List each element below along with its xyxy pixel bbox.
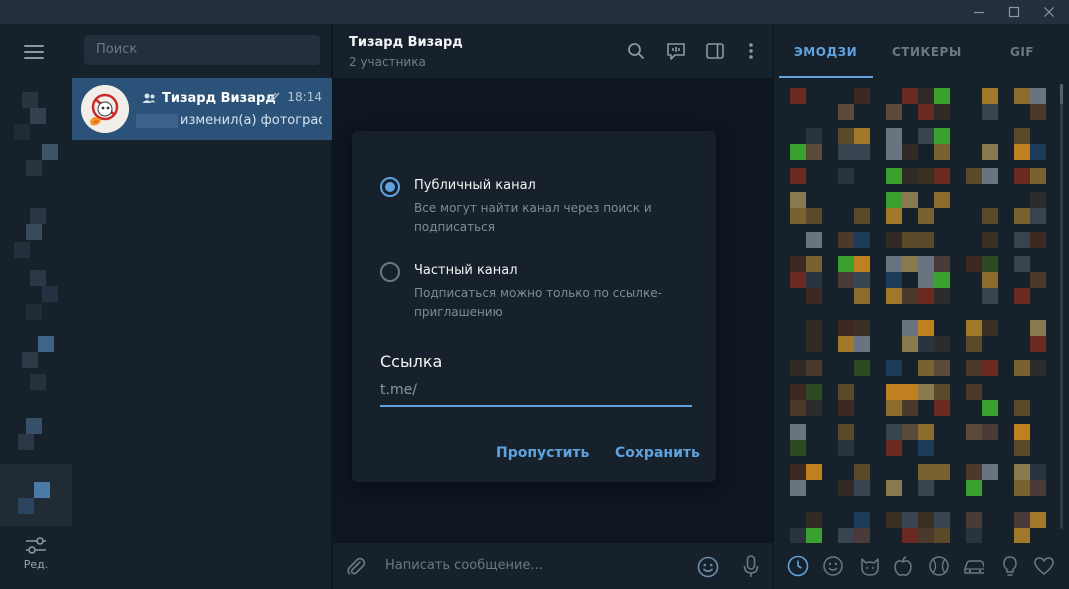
apple-icon bbox=[894, 556, 912, 576]
emoji-grid-blurred[interactable] bbox=[790, 88, 1052, 548]
private-channel-description: Подписаться можно только по ссылке-пригл… bbox=[414, 286, 662, 319]
chat-preview: изменил(а) фотограф… bbox=[136, 113, 322, 131]
emoji-panel: ЭМОДЗИ СТИКЕРЫ GIF bbox=[774, 24, 1069, 589]
read-checkmarks-icon bbox=[266, 92, 280, 101]
group-icon bbox=[142, 93, 156, 103]
voice-chat-button[interactable] bbox=[665, 40, 687, 62]
sidebar-toggle-icon bbox=[706, 43, 724, 59]
more-menu-button[interactable] bbox=[740, 40, 762, 62]
emoji-button[interactable] bbox=[695, 554, 721, 580]
category-food[interactable] bbox=[892, 555, 914, 577]
category-symbols[interactable] bbox=[1033, 555, 1055, 577]
edit-folders-button[interactable]: Ред. bbox=[0, 534, 72, 589]
attach-button[interactable] bbox=[343, 554, 369, 580]
search-input[interactable]: Поиск bbox=[84, 35, 320, 65]
heart-icon bbox=[1034, 557, 1054, 575]
smile-icon bbox=[697, 556, 719, 578]
microphone-icon bbox=[743, 555, 759, 577]
link-section-title: Ссылка bbox=[380, 352, 443, 371]
maximize-button[interactable] bbox=[997, 0, 1031, 24]
ball-icon bbox=[929, 556, 949, 576]
tab-emoji[interactable]: ЭМОДЗИ bbox=[794, 45, 857, 59]
private-channel-radio[interactable] bbox=[380, 262, 400, 282]
close-icon bbox=[1044, 7, 1054, 17]
emoji-scrollbar[interactable] bbox=[1060, 84, 1063, 529]
public-channel-radio[interactable] bbox=[380, 177, 400, 197]
active-tab-indicator bbox=[779, 76, 873, 78]
chat-name: Тизард Визард bbox=[162, 90, 276, 106]
window-titlebar bbox=[0, 0, 1069, 24]
avatar bbox=[81, 85, 129, 133]
more-vertical-icon bbox=[749, 43, 753, 59]
folders-sidebar: Ред. bbox=[0, 24, 72, 589]
search-icon bbox=[628, 43, 645, 60]
paperclip-icon bbox=[347, 557, 366, 575]
message-input[interactable]: Написать сообщение... bbox=[385, 558, 543, 573]
message-composer: Написать сообщение... bbox=[333, 543, 773, 589]
category-objects[interactable] bbox=[999, 555, 1021, 577]
car-icon bbox=[964, 560, 984, 574]
cat-icon bbox=[861, 558, 879, 576]
category-animals[interactable] bbox=[859, 555, 881, 577]
chat-name-row: Тизард Визард 18:14 bbox=[142, 89, 322, 107]
bulb-icon bbox=[1003, 556, 1017, 576]
public-channel-description: Все могут найти канал через поиск и подп… bbox=[414, 201, 652, 234]
channel-link-input[interactable]: t.me/ bbox=[380, 381, 692, 407]
maximize-icon bbox=[1008, 6, 1020, 18]
category-activity[interactable] bbox=[928, 555, 950, 577]
sliders-icon bbox=[26, 537, 46, 554]
chat-header[interactable]: Тизард Визард 2 участника bbox=[333, 24, 773, 78]
voice-chat-icon bbox=[667, 43, 685, 60]
sidebar-toggle-button[interactable] bbox=[704, 40, 726, 62]
chat-preview-text: изменил(а) фотограф… bbox=[180, 113, 322, 128]
minimize-button[interactable] bbox=[962, 0, 996, 24]
private-channel-title: Частный канал bbox=[414, 263, 518, 278]
sender-name-blurred bbox=[136, 113, 178, 128]
category-smileys[interactable] bbox=[822, 555, 844, 577]
minimize-icon bbox=[974, 11, 984, 14]
chat-list-panel: Поиск Тизард Визард 18:14 изменил(а) фот… bbox=[72, 24, 332, 589]
public-channel-title: Публичный канал bbox=[414, 178, 536, 193]
folder-list-blurred[interactable] bbox=[10, 84, 60, 524]
recent-icon bbox=[787, 555, 809, 577]
save-button[interactable]: Сохранить bbox=[615, 445, 700, 461]
menu-icon[interactable] bbox=[24, 43, 46, 61]
close-button[interactable] bbox=[1032, 0, 1066, 24]
chat-item[interactable]: Тизард Визард 18:14 изменил(а) фотограф… bbox=[72, 78, 332, 140]
chat-time: 18:14 bbox=[287, 90, 322, 104]
chat-subtitle: 2 участника bbox=[349, 55, 426, 69]
tab-gif[interactable]: GIF bbox=[1010, 45, 1034, 59]
edit-folders-label: Ред. bbox=[23, 558, 49, 571]
voice-record-button[interactable] bbox=[738, 554, 764, 580]
tab-stickers[interactable]: СТИКЕРЫ bbox=[892, 45, 962, 59]
search-button[interactable] bbox=[625, 40, 647, 62]
chat-title: Тизард Визард bbox=[349, 35, 463, 50]
category-recent[interactable] bbox=[787, 555, 809, 577]
category-travel[interactable] bbox=[962, 555, 984, 577]
smile-icon bbox=[823, 556, 843, 576]
channel-type-dialog: Публичный канал Все могут найти канал че… bbox=[352, 131, 716, 482]
emoji-category-bar bbox=[774, 543, 1069, 589]
skip-button[interactable]: Пропустить bbox=[496, 445, 589, 461]
